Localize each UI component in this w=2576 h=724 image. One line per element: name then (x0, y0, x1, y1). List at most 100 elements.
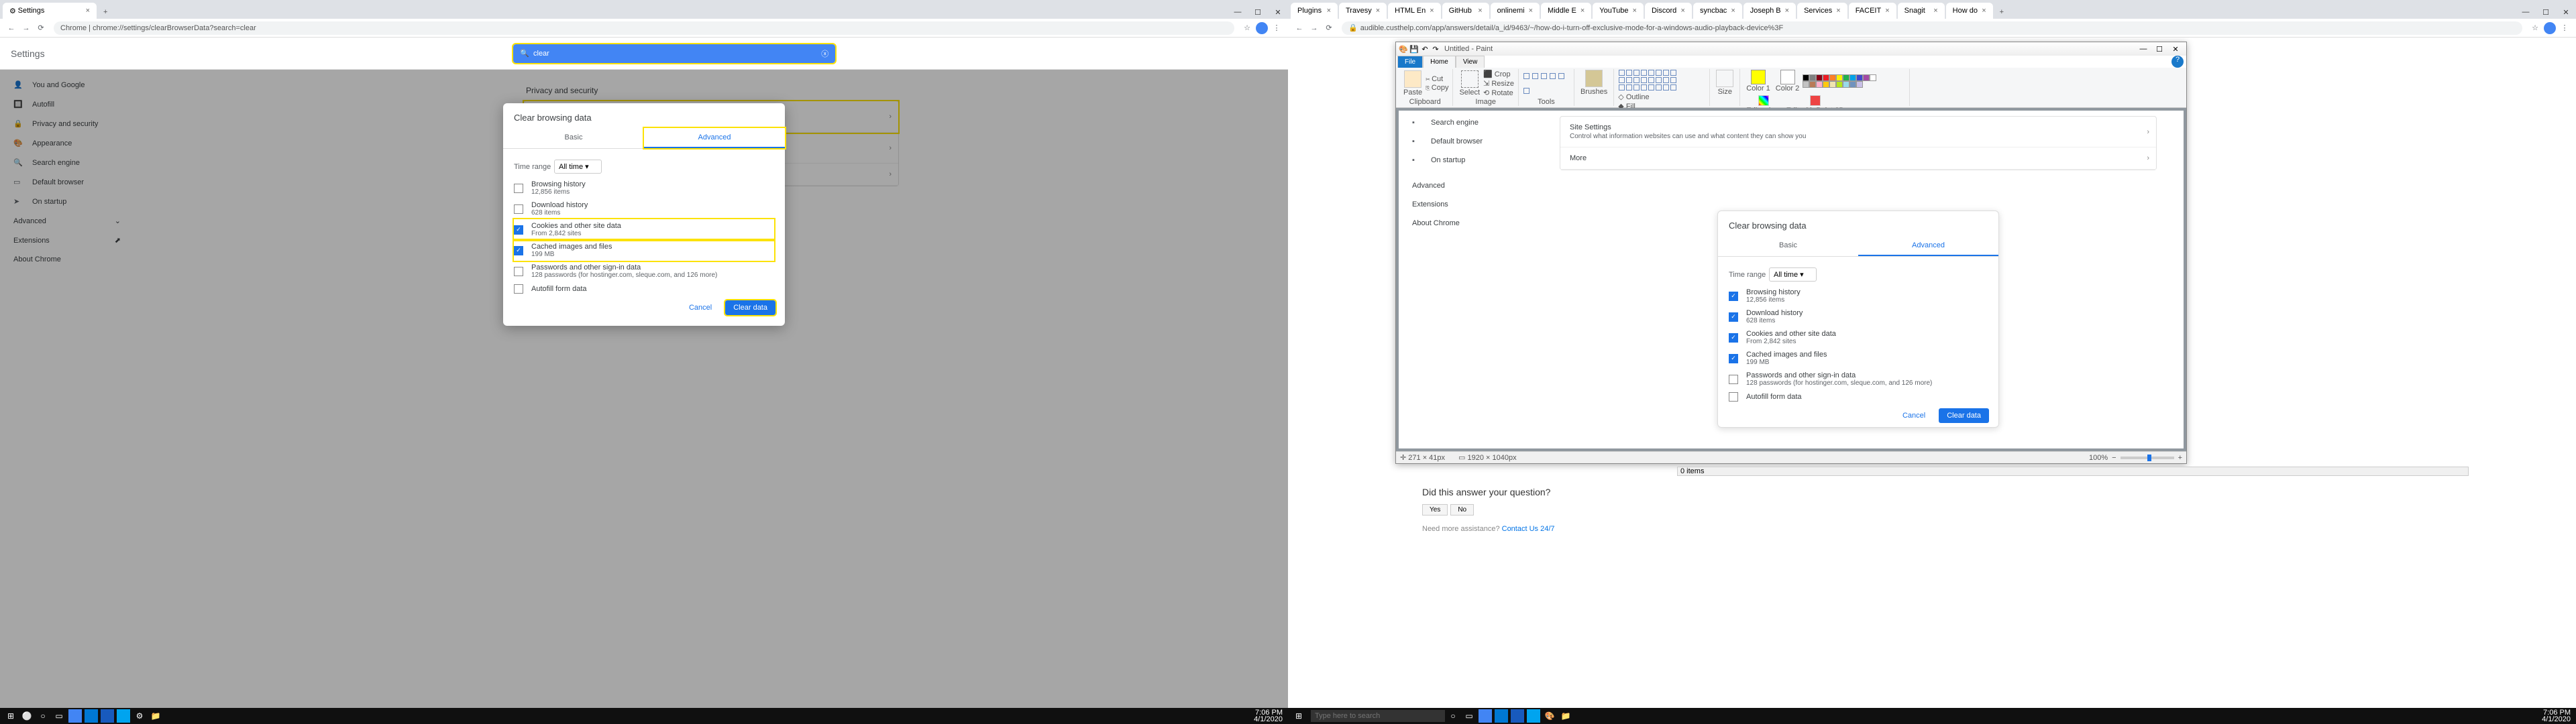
chrome-tab[interactable]: FACEIT× (1849, 3, 1896, 19)
no-button[interactable]: No (1450, 504, 1474, 516)
cortana-icon[interactable]: ○ (36, 709, 50, 723)
color-swatch[interactable] (1836, 74, 1843, 81)
color-2[interactable]: Color 2 (1774, 69, 1801, 93)
color-swatch[interactable] (1849, 81, 1856, 88)
shape-button[interactable] (1626, 77, 1632, 83)
chrome-tab[interactable]: Discord× (1645, 3, 1692, 19)
shape-button[interactable] (1626, 70, 1632, 76)
clear-item-row[interactable]: Autofill form data (514, 282, 774, 296)
close-button[interactable]: ✕ (1268, 5, 1288, 19)
help-icon[interactable]: ? (2171, 56, 2184, 68)
shape-button[interactable] (1663, 77, 1669, 83)
checkbox[interactable] (514, 204, 523, 214)
new-tab-button[interactable]: + (1994, 5, 2009, 19)
color-swatch[interactable] (1823, 74, 1829, 81)
chrome-tab[interactable]: Snagit× (1898, 3, 1945, 19)
task-view-icon[interactable]: ▭ (52, 709, 66, 723)
app-taskbar-icon[interactable]: 📁 (149, 709, 162, 723)
checkbox[interactable] (514, 184, 523, 193)
shape-button[interactable] (1641, 70, 1647, 76)
forward-button[interactable]: → (19, 21, 34, 36)
back-button[interactable]: ← (1292, 21, 1307, 36)
shape-button[interactable] (1626, 84, 1632, 90)
outline-button[interactable]: ◇ Outline (1618, 93, 1649, 101)
reload-button[interactable]: ⟳ (1322, 21, 1336, 36)
clear-item-row[interactable]: Download history628 items (514, 198, 774, 219)
app-taskbar-icon[interactable]: 📁 (1559, 709, 1572, 723)
color-swatch[interactable] (1803, 81, 1809, 88)
tab-basic[interactable]: Basic (503, 128, 644, 148)
color-swatch[interactable] (1816, 74, 1823, 81)
settings-search-box[interactable]: 🔍 ⓧ (513, 44, 835, 63)
color-swatch[interactable] (1863, 74, 1870, 81)
close-icon[interactable]: × (1323, 7, 1331, 15)
clear-item-row[interactable]: Passwords and other sign-in data128 pass… (514, 261, 774, 282)
undo-icon[interactable]: ↶ (1420, 44, 1430, 54)
close-icon[interactable]: × (1629, 7, 1637, 15)
zoom-out-button[interactable]: − (2112, 454, 2116, 462)
chrome-taskbar-icon[interactable] (68, 709, 82, 723)
menu-icon[interactable]: ⋮ (1269, 21, 1284, 36)
checkbox[interactable] (514, 267, 523, 276)
cut-button[interactable]: ✂ Cut (1426, 75, 1448, 83)
color-swatch[interactable] (1816, 81, 1823, 88)
color-swatch[interactable] (1836, 81, 1843, 88)
start-button[interactable]: ⊞ (4, 709, 17, 723)
close-icon[interactable]: × (1978, 7, 1986, 15)
new-tab-button[interactable]: + (98, 5, 113, 19)
clear-item-row[interactable]: ✓Cookies and other site dataFrom 2,842 s… (514, 219, 774, 240)
checkbox[interactable]: ✓ (514, 246, 523, 255)
color-swatch[interactable] (1843, 74, 1849, 81)
pencil-tool[interactable] (1523, 73, 1529, 79)
chrome-tab[interactable]: Joseph B× (1743, 3, 1796, 19)
chrome-tab[interactable]: Services× (1797, 3, 1847, 19)
chrome-tab[interactable]: HTML En× (1388, 3, 1440, 19)
chrome-tab[interactable]: Middle E× (1541, 3, 1591, 19)
shape-button[interactable] (1633, 77, 1640, 83)
clear-item-row[interactable]: ✓Cached images and files199 MB (514, 240, 774, 261)
shape-button[interactable] (1663, 84, 1669, 90)
address-bar[interactable]: 🔒 audible.custhelp.com/app/answers/detai… (1342, 21, 2522, 35)
close-icon[interactable]: × (82, 7, 90, 15)
chrome-taskbar-icon[interactable] (1479, 709, 1492, 723)
menu-icon[interactable]: ⋮ (2557, 21, 2572, 36)
edge-taskbar-icon[interactable] (85, 709, 98, 723)
cortana-icon[interactable]: ○ (1446, 709, 1460, 723)
horizontal-scrollbar[interactable]: 0 items (1677, 467, 2469, 476)
resize-button[interactable]: ⇲ Resize (1483, 79, 1514, 88)
shape-button[interactable] (1641, 84, 1647, 90)
ribbon-tab-file[interactable]: File (1397, 56, 1423, 68)
taskbar-search-input[interactable] (1311, 710, 1445, 722)
color-swatch[interactable] (1809, 74, 1816, 81)
color-swatch[interactable] (1856, 74, 1863, 81)
minimize-button[interactable]: — (2135, 45, 2151, 54)
color-swatch[interactable] (1829, 81, 1836, 88)
tab-advanced[interactable]: Advanced (644, 128, 785, 148)
chrome-tab[interactable]: Plugins× (1291, 3, 1338, 19)
rotate-button[interactable]: ⟲ Rotate (1483, 88, 1514, 97)
clear-search-icon[interactable]: ⓧ (821, 48, 828, 59)
paint-taskbar-icon[interactable]: 🎨 (1543, 709, 1556, 723)
shape-button[interactable] (1619, 84, 1625, 90)
close-icon[interactable]: × (1677, 7, 1685, 15)
zoom-slider[interactable] (2121, 457, 2174, 459)
chrome-tab-settings[interactable]: ⚙ Settings × (3, 3, 97, 19)
close-button[interactable]: ✕ (2556, 5, 2576, 19)
save-icon[interactable]: 💾 (1409, 44, 1419, 54)
ribbon-tab-view[interactable]: View (1456, 56, 1485, 68)
fill-tool[interactable] (1532, 73, 1538, 79)
color-1[interactable]: Color 1 (1744, 69, 1772, 93)
close-icon[interactable]: × (1929, 7, 1937, 15)
color-swatch[interactable] (1856, 81, 1863, 88)
shape-button[interactable] (1648, 70, 1654, 76)
brushes-button[interactable]: Brushes (1578, 69, 1609, 97)
color-swatch[interactable] (1809, 81, 1816, 88)
back-button[interactable]: ← (4, 21, 19, 36)
color-swatch[interactable] (1803, 74, 1809, 81)
select-button[interactable]: Select (1457, 70, 1482, 97)
shape-button[interactable] (1619, 77, 1625, 83)
close-icon[interactable]: × (1525, 7, 1533, 15)
close-icon[interactable]: × (1727, 7, 1735, 15)
app-taskbar-icon[interactable] (1511, 709, 1524, 723)
contact-link[interactable]: Contact Us 24/7 (1502, 525, 1555, 533)
